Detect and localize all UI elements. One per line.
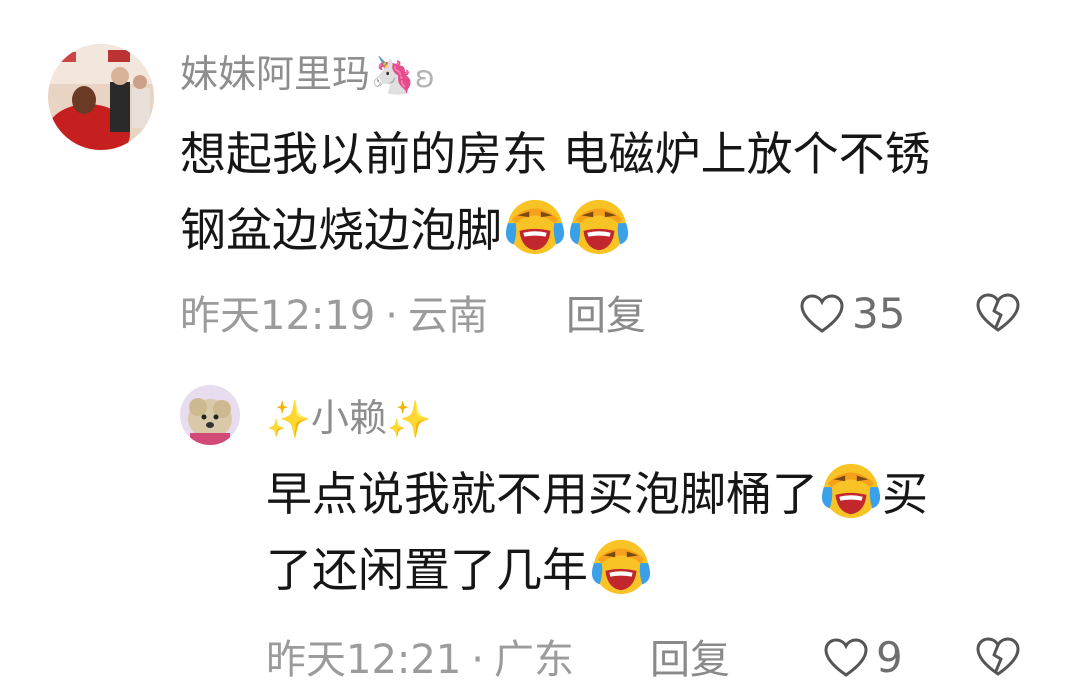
avatar-dog-photo xyxy=(180,385,240,445)
like-button[interactable]: 9 xyxy=(824,637,903,679)
heart-outline-icon xyxy=(824,638,868,677)
location: 广东 xyxy=(494,637,574,683)
location: 云南 xyxy=(408,293,488,339)
broken-heart-icon xyxy=(976,293,1020,332)
comment-line: 了还闲置了几年 xyxy=(266,532,928,608)
comment-meta: 昨天12:19 · 云南 xyxy=(180,296,488,336)
unicorn-icon: 🦄 xyxy=(370,55,415,97)
timestamp: 昨天12:21 xyxy=(266,637,462,683)
comment-text: 想起我以前的房东 电磁炉上放个不锈 钢盆边烧边泡脚 xyxy=(180,116,931,268)
comment-line: 早点说我就不用买泡脚桶了买 xyxy=(266,456,928,532)
laugh-cry-emoji-icon xyxy=(568,194,630,256)
username[interactable]: ✨小赖✨ xyxy=(266,399,432,439)
dislike-button[interactable] xyxy=(976,293,1020,333)
comment-meta: 昨天12:21 · 广东 xyxy=(266,640,574,680)
reply-button[interactable]: 回复 xyxy=(650,640,730,680)
timestamp: 昨天12:19 xyxy=(180,293,376,339)
comment-text: 早点说我就不用买泡脚桶了买 了还闲置了几年 xyxy=(266,456,928,608)
laugh-cry-emoji-icon xyxy=(820,458,882,520)
sparkles-icon: ✨ xyxy=(266,399,311,441)
laugh-cry-emoji-icon xyxy=(590,534,652,596)
dislike-button[interactable] xyxy=(976,637,1020,677)
like-button[interactable]: 35 xyxy=(800,293,905,335)
reply-button[interactable]: 回复 xyxy=(566,296,646,336)
username-suffix: ʚ xyxy=(414,60,435,95)
username[interactable]: 妹妹阿里玛🦄ʚ xyxy=(180,55,435,95)
avatar[interactable] xyxy=(180,385,240,445)
heart-outline-icon xyxy=(800,294,844,333)
separator-dot: · xyxy=(471,637,484,683)
avatar-wedding-photo xyxy=(48,44,154,150)
like-count: 35 xyxy=(852,289,906,338)
sparkles-icon: ✨ xyxy=(386,399,432,441)
laugh-cry-emoji-icon xyxy=(504,194,566,256)
like-count: 9 xyxy=(876,633,903,682)
comment-line: 想起我以前的房东 电磁炉上放个不锈 xyxy=(180,127,931,181)
comment-line: 钢盆边烧边泡脚 xyxy=(180,192,931,268)
avatar[interactable] xyxy=(48,44,154,150)
broken-heart-icon xyxy=(976,637,1020,676)
separator-dot: · xyxy=(385,293,398,339)
